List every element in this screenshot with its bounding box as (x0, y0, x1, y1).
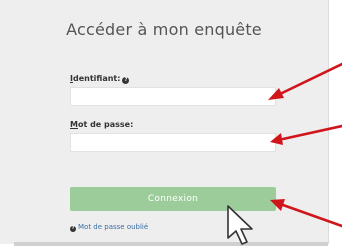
password-label: Mot de passe: (70, 120, 133, 129)
connexion-button[interactable]: Connexion (70, 187, 276, 211)
password-input[interactable] (70, 133, 276, 152)
identifiant-label: Identifiant:? (70, 74, 130, 84)
question-circle-icon: ? (70, 226, 76, 232)
help-icon[interactable]: ? (122, 77, 130, 84)
identifiant-label-text: dentifiant: (72, 74, 121, 83)
screenshot-stage: Accéder à mon enquête Identifiant:? Mot … (0, 0, 342, 248)
password-label-accesskey: M (70, 120, 78, 129)
login-panel: Accéder à mon enquête Identifiant:? Mot … (0, 0, 329, 244)
identifiant-input[interactable] (70, 87, 276, 106)
page-title: Accéder à mon enquête (66, 20, 262, 39)
forgot-password-link[interactable]: ? Mot de passe oublié (70, 223, 148, 232)
password-label-text: ot de passe: (77, 120, 134, 129)
forgot-password-label: Mot de passe oublié (78, 223, 149, 231)
panel-shadow (14, 242, 328, 246)
